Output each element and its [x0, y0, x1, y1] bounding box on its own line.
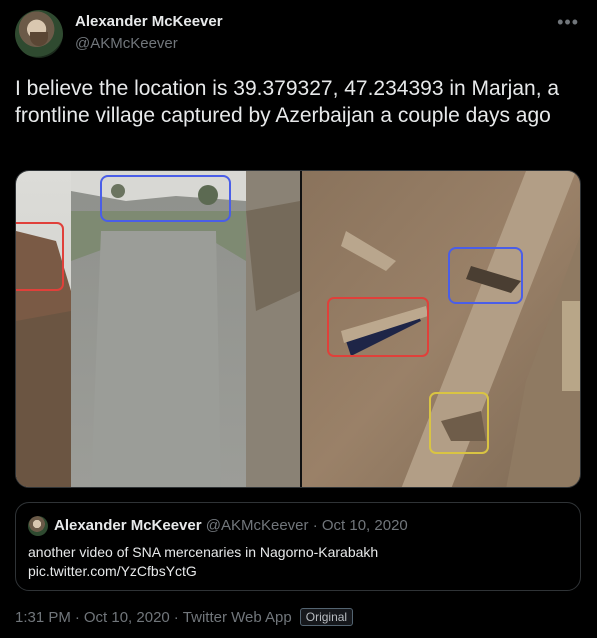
author-avatar[interactable]	[15, 10, 63, 58]
tweet-client[interactable]: Twitter Web App	[183, 609, 292, 626]
original-badge: Original	[299, 608, 354, 626]
quote-author-avatar	[28, 516, 48, 536]
media-comparison-image	[16, 171, 580, 487]
quoted-tweet[interactable]: Alexander McKeever @AKMcKeever · Oct 10,…	[15, 502, 581, 591]
author-name[interactable]: Alexander McKeever	[75, 13, 223, 30]
quote-author-name: Alexander McKeever	[54, 517, 202, 534]
tweet-media-image[interactable]	[15, 170, 581, 488]
quote-header: Alexander McKeever @AKMcKeever · Oct 10,…	[54, 517, 408, 534]
tweet-date[interactable]: Oct 10, 2020	[84, 609, 170, 626]
quote-text: another video of SNA mercenaries in Nago…	[28, 543, 568, 581]
tweet-footer: 1:31 PM · Oct 10, 2020 · Twitter Web App…	[15, 608, 354, 626]
quote-separator: ·	[312, 517, 322, 534]
tweet-time[interactable]: 1:31 PM	[15, 609, 71, 626]
quote-author-handle: @AKMcKeever	[205, 517, 309, 534]
author-handle[interactable]: @AKMcKeever	[75, 35, 178, 52]
quote-link[interactable]: pic.twitter.com/YzCfbsYctG	[28, 562, 568, 581]
more-options-icon[interactable]: •••	[557, 12, 579, 33]
tweet-text: I believe the location is 39.379327, 47.…	[15, 77, 560, 127]
quote-text-line: another video of SNA mercenaries in Nago…	[28, 544, 379, 560]
quote-date: Oct 10, 2020	[321, 517, 408, 534]
